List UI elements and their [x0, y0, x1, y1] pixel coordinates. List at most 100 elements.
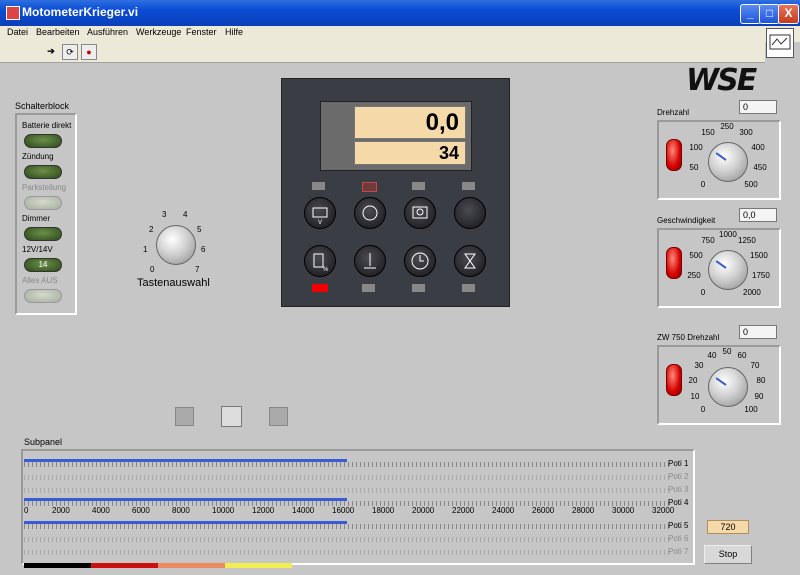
gauge-tick: 400	[751, 143, 765, 152]
coolant-button[interactable]	[354, 245, 386, 277]
gauge-tick: 500	[689, 251, 703, 260]
gauge-tick: 50	[689, 163, 699, 172]
scale-tick: 30000	[612, 506, 635, 515]
menu-bar: Datei Bearbeiten Ausführen Werkzeuge Fen…	[0, 26, 800, 42]
svg-text:%: %	[323, 267, 329, 273]
tastenauswahl-label: Tastenauswahl	[137, 277, 210, 289]
clock-button[interactable]	[404, 245, 436, 277]
toolbar: ➔ ⟳ ●	[0, 42, 765, 63]
menu-fenster[interactable]: Fenster	[186, 27, 217, 37]
abort-icon[interactable]: ●	[81, 44, 97, 60]
stop-button[interactable]: Stop	[704, 545, 752, 564]
slider-fill	[24, 498, 347, 501]
gauge-tick: 50	[722, 347, 732, 356]
subpanel-title: Subpanel	[24, 437, 63, 447]
slider-fill	[24, 459, 347, 462]
gauge-tick: 70	[750, 361, 760, 370]
switch-label: 12V/14V	[22, 245, 53, 254]
slider-track[interactable]	[24, 475, 669, 480]
gauge-label: ZW 750 Drehzahl	[657, 333, 720, 342]
menu-bearbeiten[interactable]: Bearbeiten	[36, 27, 80, 37]
knob-tick: 4	[183, 210, 188, 219]
gauge-knob[interactable]	[708, 250, 748, 290]
switch-toggle[interactable]	[24, 227, 62, 241]
switch-toggle[interactable]: 14	[24, 258, 62, 272]
slider-label: Poti 2	[668, 472, 689, 481]
switch-toggle[interactable]	[24, 165, 62, 179]
wse-logo: WSE	[686, 63, 757, 98]
menu-ausfuehren[interactable]: Ausführen	[87, 27, 128, 37]
scale-tick: 22000	[452, 506, 475, 515]
color-bar-orange	[158, 563, 225, 568]
subpanel-scale: 0 2000 4000 6000 8000 10000 12000 14000 16000 180…	[24, 506, 674, 518]
scale-tick: 4000	[92, 506, 110, 515]
color-bar	[24, 563, 292, 568]
knob-tick: 1	[143, 245, 148, 254]
indicator-lamp	[362, 182, 377, 192]
knob-tick: 5	[197, 225, 202, 234]
indicator-lamp	[312, 182, 325, 190]
switch-toggle[interactable]	[24, 196, 62, 210]
scale-tick: 14000	[292, 506, 315, 515]
gauge-tick: 90	[754, 392, 764, 401]
close-button[interactable]: X	[778, 4, 799, 24]
knob-tick: 3	[162, 210, 167, 219]
switch-toggle[interactable]	[24, 289, 62, 303]
gauge-tick: 30	[694, 361, 704, 370]
settings-icon[interactable]	[175, 407, 194, 426]
menu-werkzeuge[interactable]: Werkzeuge	[136, 27, 181, 37]
window-title: MotometerKrieger.vi	[22, 5, 139, 19]
gauge-tick: 100	[689, 143, 703, 152]
slider-label: Poti 5	[668, 521, 689, 530]
menu-datei[interactable]: Datei	[7, 27, 28, 37]
scale-tick: 12000	[252, 506, 275, 515]
gauge-tick: 0	[700, 180, 706, 189]
app-icon	[6, 6, 20, 20]
gauge-tick: 100	[744, 405, 758, 414]
scale-tick: 28000	[572, 506, 595, 515]
service-button[interactable]	[404, 197, 436, 229]
gauge-knob[interactable]	[708, 142, 748, 182]
gauge-tick: 450	[753, 163, 767, 172]
fuel-button[interactable]: %	[304, 245, 336, 277]
color-bar-black	[24, 563, 91, 568]
slider-track[interactable]	[24, 524, 669, 529]
scale-tick: 8000	[172, 506, 190, 515]
scale-tick: 24000	[492, 506, 515, 515]
gauge-tick: 750	[701, 236, 715, 245]
switch-label: Batterie direkt	[22, 121, 72, 130]
slider-fill	[24, 521, 347, 524]
switch-label: Alles AUS	[22, 276, 58, 285]
color-bar-red	[91, 563, 158, 568]
gauge-tick: 150	[701, 128, 715, 137]
switch-label: Parkstellung	[22, 183, 67, 192]
menu-hilfe[interactable]: Hilfe	[225, 27, 243, 37]
slider-track[interactable]	[24, 550, 669, 555]
lcd-value-2: 34	[354, 141, 466, 165]
switch-toggle[interactable]	[24, 134, 62, 148]
slider-track[interactable]	[24, 462, 669, 467]
slider-track[interactable]	[24, 488, 669, 493]
zoom-icon[interactable]	[269, 407, 288, 426]
maximize-button[interactable]: □	[759, 4, 780, 24]
gauge-tick: 1750	[752, 271, 770, 280]
motometer-panel: 0,0 34 V %	[281, 78, 510, 307]
scale-tick: 10000	[212, 506, 235, 515]
battery-button[interactable]: V	[304, 197, 336, 229]
gauge-knob[interactable]	[708, 367, 748, 407]
hourglass-button[interactable]	[454, 245, 486, 277]
blank-button[interactable]	[454, 197, 486, 229]
scale-tick: 18000	[372, 506, 395, 515]
indicator-lamp	[412, 182, 425, 190]
gauge-tick: 1250	[738, 236, 756, 245]
minimize-button[interactable]: _	[740, 4, 761, 24]
run-arrow-icon[interactable]: ➔	[44, 44, 58, 58]
scale-tick: 2000	[52, 506, 70, 515]
oil-lamp-button[interactable]	[354, 197, 386, 229]
scale-tick: 6000	[132, 506, 150, 515]
slider-track[interactable]	[24, 537, 669, 542]
run-continuously-icon[interactable]: ⟳	[62, 44, 78, 60]
save-icon[interactable]	[221, 406, 242, 427]
gauge-tick: 10	[690, 392, 700, 401]
tastenauswahl-knob[interactable]	[156, 225, 196, 265]
